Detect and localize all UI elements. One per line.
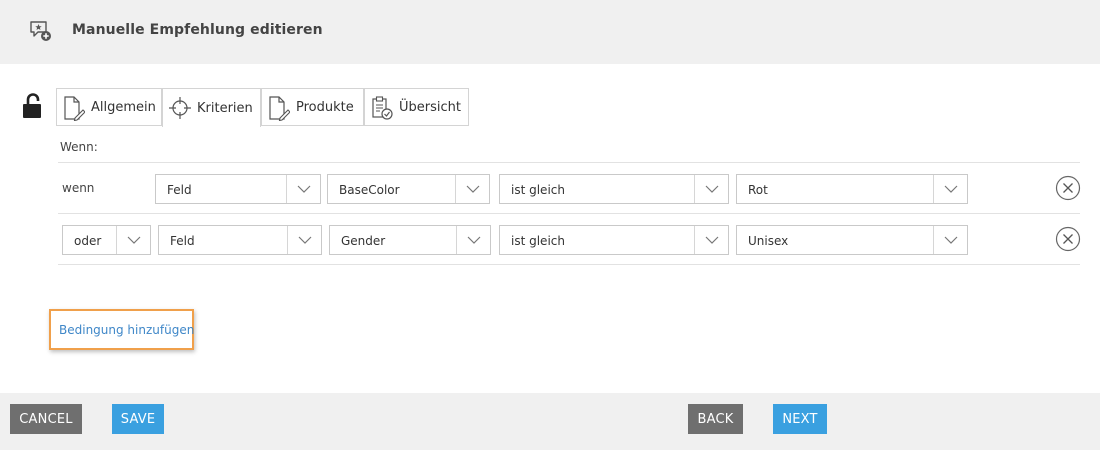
- tabs-divider: [56, 125, 162, 126]
- tab-label: Kriterien: [197, 100, 253, 116]
- chevron-down-icon: [287, 226, 321, 254]
- crosshair-icon: [169, 95, 191, 121]
- document-edit-icon: [268, 95, 291, 121]
- cancel-button[interactable]: CANCEL: [10, 404, 82, 434]
- field-type-select[interactable]: Feld: [158, 225, 322, 255]
- back-button[interactable]: BACK: [688, 404, 743, 434]
- select-value: Rot: [748, 183, 768, 197]
- page-header: Manuelle Empfehlung editieren: [0, 0, 1100, 64]
- tab-uebersicht[interactable]: Übersicht: [364, 88, 469, 126]
- clipboard-check-icon: [371, 95, 393, 121]
- remove-condition-icon[interactable]: [1055, 226, 1081, 252]
- row-connector-label: wenn: [62, 181, 95, 195]
- chevron-down-icon: [933, 175, 967, 203]
- select-value: Feld: [170, 234, 195, 248]
- operator-select[interactable]: ist gleich: [499, 174, 729, 204]
- connector-select[interactable]: oder: [62, 225, 151, 255]
- tab-label: Übersicht: [399, 100, 461, 115]
- tab-label: Produkte: [296, 100, 354, 115]
- footer-bar: [0, 393, 1100, 450]
- chevron-down-icon: [455, 175, 489, 203]
- select-value: Unisex: [748, 234, 789, 248]
- select-value: BaseColor: [339, 183, 400, 197]
- remove-condition-icon[interactable]: [1055, 175, 1081, 201]
- value-select[interactable]: Rot: [736, 174, 968, 204]
- add-condition-highlight: Bedingung hinzufügen: [49, 309, 194, 350]
- divider: [58, 264, 1080, 265]
- recommendation-add-icon: [29, 19, 53, 43]
- operator-select[interactable]: ist gleich: [499, 225, 729, 255]
- select-value: ist gleich: [511, 183, 565, 197]
- tab-label: Allgemein: [91, 100, 156, 115]
- page-title: Manuelle Empfehlung editieren: [72, 22, 323, 38]
- select-value: ist gleich: [511, 234, 565, 248]
- tabs-divider: [261, 125, 469, 126]
- tab-produkte[interactable]: Produkte: [261, 88, 364, 126]
- chevron-down-icon: [694, 226, 728, 254]
- criteria-heading: Wenn:: [60, 140, 98, 154]
- unlock-icon[interactable]: [22, 93, 42, 119]
- chevron-down-icon: [694, 175, 728, 203]
- tab-allgemein[interactable]: Allgemein: [56, 88, 162, 126]
- select-value: oder: [74, 234, 102, 248]
- add-condition-link[interactable]: Bedingung hinzufügen: [59, 323, 194, 337]
- chevron-down-icon: [456, 226, 490, 254]
- next-button[interactable]: NEXT: [773, 404, 827, 434]
- chevron-down-icon: [933, 226, 967, 254]
- divider: [58, 213, 1080, 214]
- field-select[interactable]: BaseColor: [327, 174, 490, 204]
- chevron-down-icon: [116, 226, 150, 254]
- document-edit-icon: [63, 95, 86, 121]
- field-type-select[interactable]: Feld: [155, 174, 321, 204]
- save-button[interactable]: SAVE: [112, 404, 164, 434]
- select-value: Gender: [341, 234, 386, 248]
- select-value: Feld: [167, 183, 192, 197]
- field-select[interactable]: Gender: [329, 225, 491, 255]
- tab-kriterien[interactable]: Kriterien: [162, 88, 261, 127]
- chevron-down-icon: [286, 175, 320, 203]
- divider: [58, 162, 1080, 163]
- value-select[interactable]: Unisex: [736, 225, 968, 255]
